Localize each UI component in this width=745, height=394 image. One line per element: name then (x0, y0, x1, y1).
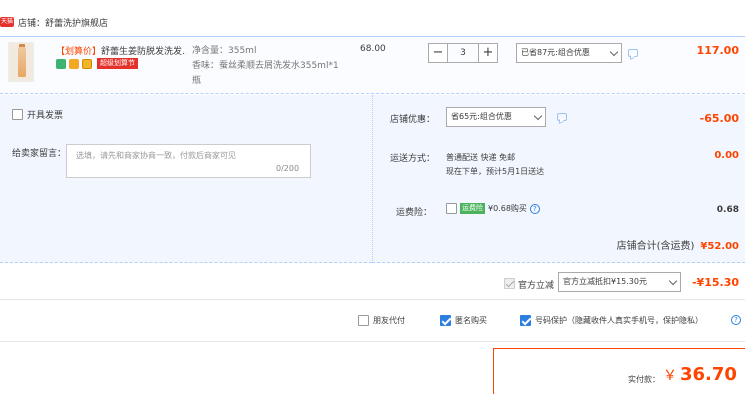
quantity-input[interactable]: 3 (448, 43, 478, 63)
official-discount-amount: -¥15.30 (691, 276, 739, 289)
insurance-price: ¥0.68购买 (488, 204, 527, 213)
message-label: 给卖家留言： (12, 149, 67, 159)
friend-pay-checkbox[interactable] (358, 315, 369, 326)
anonymous-label: 匿名购买 (455, 316, 487, 325)
insurance-checkbox[interactable] (446, 203, 457, 214)
spec-volume: 净含量：355ml (192, 46, 257, 56)
official-discount-label: 官方立减 (518, 281, 555, 291)
store-total-value: ¥52.00 (700, 241, 739, 252)
shipping-eta: 现在下单，预计5月1日送达 (446, 167, 545, 176)
genuine-guarantee-icon (69, 58, 79, 69)
shipping-label: 运送方式： (390, 154, 436, 164)
number-privacy-label: 号码保护（隐藏收件人真实手机号，保护隐私） (535, 316, 703, 325)
shipping-method-text: 普通配送 快递 免邮 (446, 153, 516, 162)
invoice-option[interactable]: 开具发票 (12, 108, 63, 121)
quantity-stepper: − 3 + (428, 43, 498, 63)
shipping-amount: 0.00 (714, 150, 739, 161)
seller-message-placeholder: 选填，请先和商家协商一致，付款后商家可见 (76, 151, 236, 160)
help-icon[interactable]: ? (529, 203, 540, 214)
payment-amount-value: 36.70 (680, 364, 737, 385)
quantity-decrease-button[interactable]: − (428, 43, 448, 63)
product-spec: 净含量：355ml 香味：蚕丝柔顺去屑洗发水355ml*1瓶 (192, 44, 342, 89)
credit-card-icon (82, 58, 92, 69)
payment-label: 实付款： (628, 375, 660, 384)
official-discount-value: 官方立减抵扣¥15.30元 (563, 277, 647, 286)
store-name-link[interactable]: 店铺：舒蕾洗护旗舰店 (18, 16, 108, 29)
store-promo-value: 省65元:组合优惠 (451, 112, 512, 121)
anonymous-checkbox[interactable] (440, 315, 451, 326)
chat-icon[interactable] (557, 113, 567, 121)
store-total-label: 店铺合计(含运费) (616, 241, 695, 252)
currency-symbol: ￥ (663, 368, 677, 384)
chat-icon[interactable] (628, 49, 638, 57)
shipping-method: 普通配送 快递 免邮 现在下单，预计5月1日送达 (446, 151, 544, 179)
store-total: 店铺合计(含运费) ¥52.00 (617, 237, 739, 252)
friend-pay-option[interactable]: 朋友代付 (358, 315, 405, 326)
quantity-increase-button[interactable]: + (478, 43, 498, 63)
item-promo-select[interactable]: 已省87元:组合优惠 (516, 43, 622, 63)
number-privacy-checkbox[interactable] (520, 315, 531, 326)
help-icon[interactable]: ? (731, 315, 741, 325)
friend-pay-label: 朋友代付 (373, 316, 405, 325)
payment-amount: ￥ 36.70 (663, 364, 737, 385)
chevron-down-icon (668, 276, 678, 285)
unit-price: 68.00 (360, 44, 386, 54)
official-discount-checkbox[interactable] (504, 278, 515, 289)
official-discount-select[interactable]: 官方立减抵扣¥15.30元 (558, 272, 681, 292)
anonymous-option[interactable]: 匿名购买 (440, 315, 487, 326)
insurance-badge: 运费险 (460, 203, 485, 214)
product-title-text: 舒蕾生姜防脱发洗发... (101, 47, 186, 57)
product-title-link[interactable]: 【划算价】舒蕾生姜防脱发洗发... (56, 44, 186, 57)
product-title-tag: 【划算价】 (56, 47, 102, 57)
spec-scent: 香味：蚕丝柔顺去屑洗发水355ml*1瓶 (192, 61, 339, 86)
item-subtotal: 117.00 (696, 44, 739, 57)
item-promo-value: 已省87元:组合优惠 (521, 48, 590, 57)
product-service-icons: 超级划算节 (56, 58, 138, 69)
seven-day-return-icon (56, 58, 66, 69)
chevron-down-icon (533, 111, 543, 120)
super-deal-badge: 超级划算节 (97, 58, 138, 69)
store-promo-select[interactable]: 省65元:组合优惠 (446, 107, 546, 127)
store-promo-label: 店铺优惠： (390, 115, 436, 125)
insurance-option[interactable]: 运费险 ¥0.68购买 ? (446, 203, 540, 214)
invoice-checkbox[interactable] (12, 109, 23, 120)
insurance-label: 运费险： (396, 208, 433, 218)
message-char-count: 0/200 (276, 164, 300, 173)
invoice-label: 开具发票 (27, 111, 64, 121)
tmall-badge: 天猫 (0, 17, 14, 27)
chevron-down-icon (609, 47, 619, 56)
insurance-amount: 0.68 (716, 205, 739, 215)
bottle-graphic (18, 47, 26, 77)
product-thumbnail[interactable] (8, 42, 34, 82)
store-header: 天猫 店铺：舒蕾洗护旗舰店 (0, 12, 108, 32)
store-promo-amount: -65.00 (699, 112, 739, 125)
number-privacy-option[interactable]: 号码保护（隐藏收件人真实手机号，保护隐私） (520, 315, 703, 326)
